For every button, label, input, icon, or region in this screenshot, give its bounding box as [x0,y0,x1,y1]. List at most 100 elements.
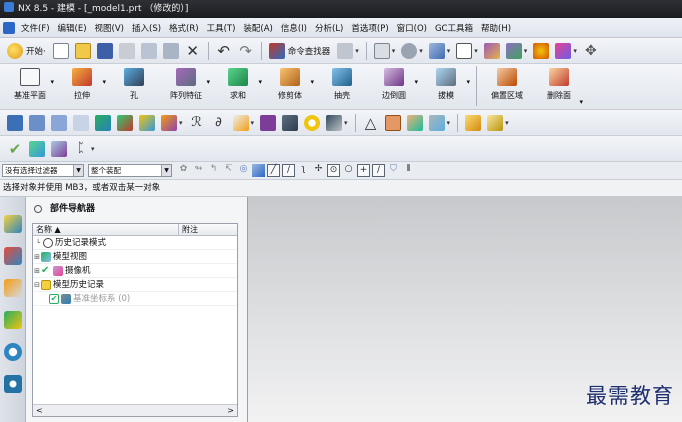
pipe-icon[interactable] [282,114,299,131]
snap-intersection-icon[interactable]: ✢ [312,164,325,177]
shell-button[interactable]: 抽壳 [316,64,368,108]
snap-control-icon[interactable]: ʅ [297,164,310,177]
redo-icon[interactable]: ↷ [238,43,254,59]
render-style-icon[interactable] [401,42,418,59]
start-button-label[interactable]: 开始· [26,45,46,57]
triangle-icon[interactable]: △ [363,115,379,131]
snap-point-on-face-icon[interactable]: ⛉ [387,164,400,177]
tree-row-model-history[interactable]: ⊟ 模型历史记录 [33,278,237,292]
constraint-navigator-tab-icon[interactable] [3,279,22,297]
menu-assemblies[interactable]: 装配(A) [239,22,276,34]
chevron-down-icon[interactable]: ▾ [355,47,359,55]
chevron-down-icon[interactable]: ▾ [447,119,451,127]
app-menu-icon[interactable] [3,21,15,34]
sketch-icon[interactable]: ℛ [189,115,205,131]
snap-endpoint-icon[interactable]: ╱ [267,164,280,177]
query-icon[interactable]: ᛈ [73,141,89,157]
view-icon[interactable] [428,114,445,131]
tree-row-model-views[interactable]: ⊞ 模型视图 [33,250,237,264]
revolve-icon[interactable] [117,114,133,131]
command-finder-label[interactable]: 命令查找器 [288,45,331,57]
horizontal-scrollbar[interactable]: < > [33,404,237,416]
face-rule-icon[interactable]: ↰ [207,164,220,177]
save-icon[interactable] [96,42,113,59]
unite-button[interactable]: 求和 ▾ [212,64,264,108]
block-icon[interactable] [29,114,45,131]
chevron-down-icon[interactable]: ▾ [447,47,451,55]
snap-bounded-grid-icon[interactable]: ⫴ [402,164,415,177]
toolbar-options-icon[interactable]: ✥ [583,43,599,59]
menu-information[interactable]: 信息(I) [277,22,311,34]
check-icon[interactable]: ✔ [7,141,23,157]
delete-icon[interactable]: ✕ [185,43,201,59]
menu-tools[interactable]: 工具(T) [203,22,240,34]
chevron-down-icon[interactable]: ▾ [102,78,106,86]
tree-row-cameras[interactable]: ⊞ ✔ 摄像机 [33,264,237,278]
menu-help[interactable]: 帮助(H) [477,22,515,34]
fit-view-icon[interactable] [373,42,390,59]
measure-icon[interactable] [29,140,45,157]
chevron-down-icon[interactable]: ▾ [179,119,183,127]
chevron-down-icon[interactable]: ▼ [161,165,171,176]
assembly-icon[interactable] [465,114,482,131]
component-icon[interactable] [487,114,504,131]
cylinder-icon[interactable] [51,114,67,131]
tree-row-datum-csys[interactable]: ✔ 基准坐标系 (0) [33,292,237,306]
datum-plane-button[interactable]: 基准平面 ▾ [4,64,56,108]
paste-icon[interactable] [162,42,179,59]
table-icon[interactable] [406,114,423,131]
web-browser-tab-icon[interactable] [3,343,22,361]
general-selection-icon[interactable]: ✿ [177,164,190,177]
text-icon[interactable] [232,114,249,131]
edge-blend-button[interactable]: 边倒圆 ▾ [368,64,420,108]
expand-icon[interactable]: ⊞ [33,264,41,278]
selection-tools-icon[interactable] [337,42,354,59]
pattern-feature-button[interactable]: 阵列特征 ▾ [160,64,212,108]
chevron-down-icon[interactable]: ▾ [466,78,470,86]
checkmark-icon[interactable]: ✔ [41,265,51,276]
part-navigator-tab-icon[interactable] [3,215,22,233]
chevron-down-icon[interactable]: ▾ [505,119,509,127]
chevron-down-icon[interactable]: ▾ [414,78,418,86]
selection-scope-dropdown[interactable]: 整个装配 ▼ [88,164,172,177]
offset-region-button[interactable]: 偏置区域 [481,64,533,108]
scroll-left-icon[interactable]: < [36,405,43,416]
curve-rule-icon[interactable]: ↸ [222,164,235,177]
chevron-down-icon[interactable]: ▾ [474,47,478,55]
snap-arc-center-icon[interactable]: ⊙ [327,164,340,177]
copy-icon[interactable] [140,42,157,59]
column-note-header[interactable]: 附注 [179,224,198,235]
chevron-down-icon[interactable]: ▾ [524,47,528,55]
lightbulb-icon[interactable] [533,42,550,59]
boss-icon[interactable] [304,114,321,131]
checkbox-icon[interactable]: ✔ [49,293,59,304]
roles-icon[interactable] [555,42,572,59]
menu-analysis[interactable]: 分析(L) [311,22,347,34]
menu-preferences[interactable]: 首选项(P) [347,22,392,34]
menu-view[interactable]: 视图(V) [91,22,128,34]
background-icon[interactable] [456,42,473,59]
section-icon[interactable] [51,140,67,157]
orient-view-icon[interactable] [428,42,445,59]
chevron-down-icon[interactable]: ▾ [344,119,348,127]
sphere-icon[interactable] [95,114,111,131]
start-icon[interactable] [7,42,23,59]
extrude-button[interactable]: 拉伸 ▾ [56,64,108,108]
expand-icon[interactable]: ⊞ [33,250,41,264]
chevron-down-icon[interactable]: ▾ [573,47,577,55]
open-folder-icon[interactable] [74,42,91,59]
command-finder-icon[interactable] [268,42,285,59]
solid-body-icon[interactable] [252,164,265,177]
delete-face-button[interactable]: 删除面 ▾ [533,64,585,108]
menu-edit[interactable]: 编辑(E) [54,22,91,34]
hole-button[interactable]: 孔 [108,64,160,108]
chevron-down-icon[interactable]: ▾ [258,78,262,86]
trim-body-button[interactable]: 修剪体 ▾ [264,64,316,108]
assembly-navigator-tab-icon[interactable] [3,247,22,265]
chevron-down-icon[interactable]: ▾ [206,78,210,86]
menu-format[interactable]: 格式(R) [165,22,203,34]
undo-icon[interactable]: ↶ [216,43,232,59]
chevron-down-icon[interactable]: ▾ [251,119,255,127]
groove-icon[interactable] [326,114,343,131]
cone-icon[interactable] [73,114,89,131]
